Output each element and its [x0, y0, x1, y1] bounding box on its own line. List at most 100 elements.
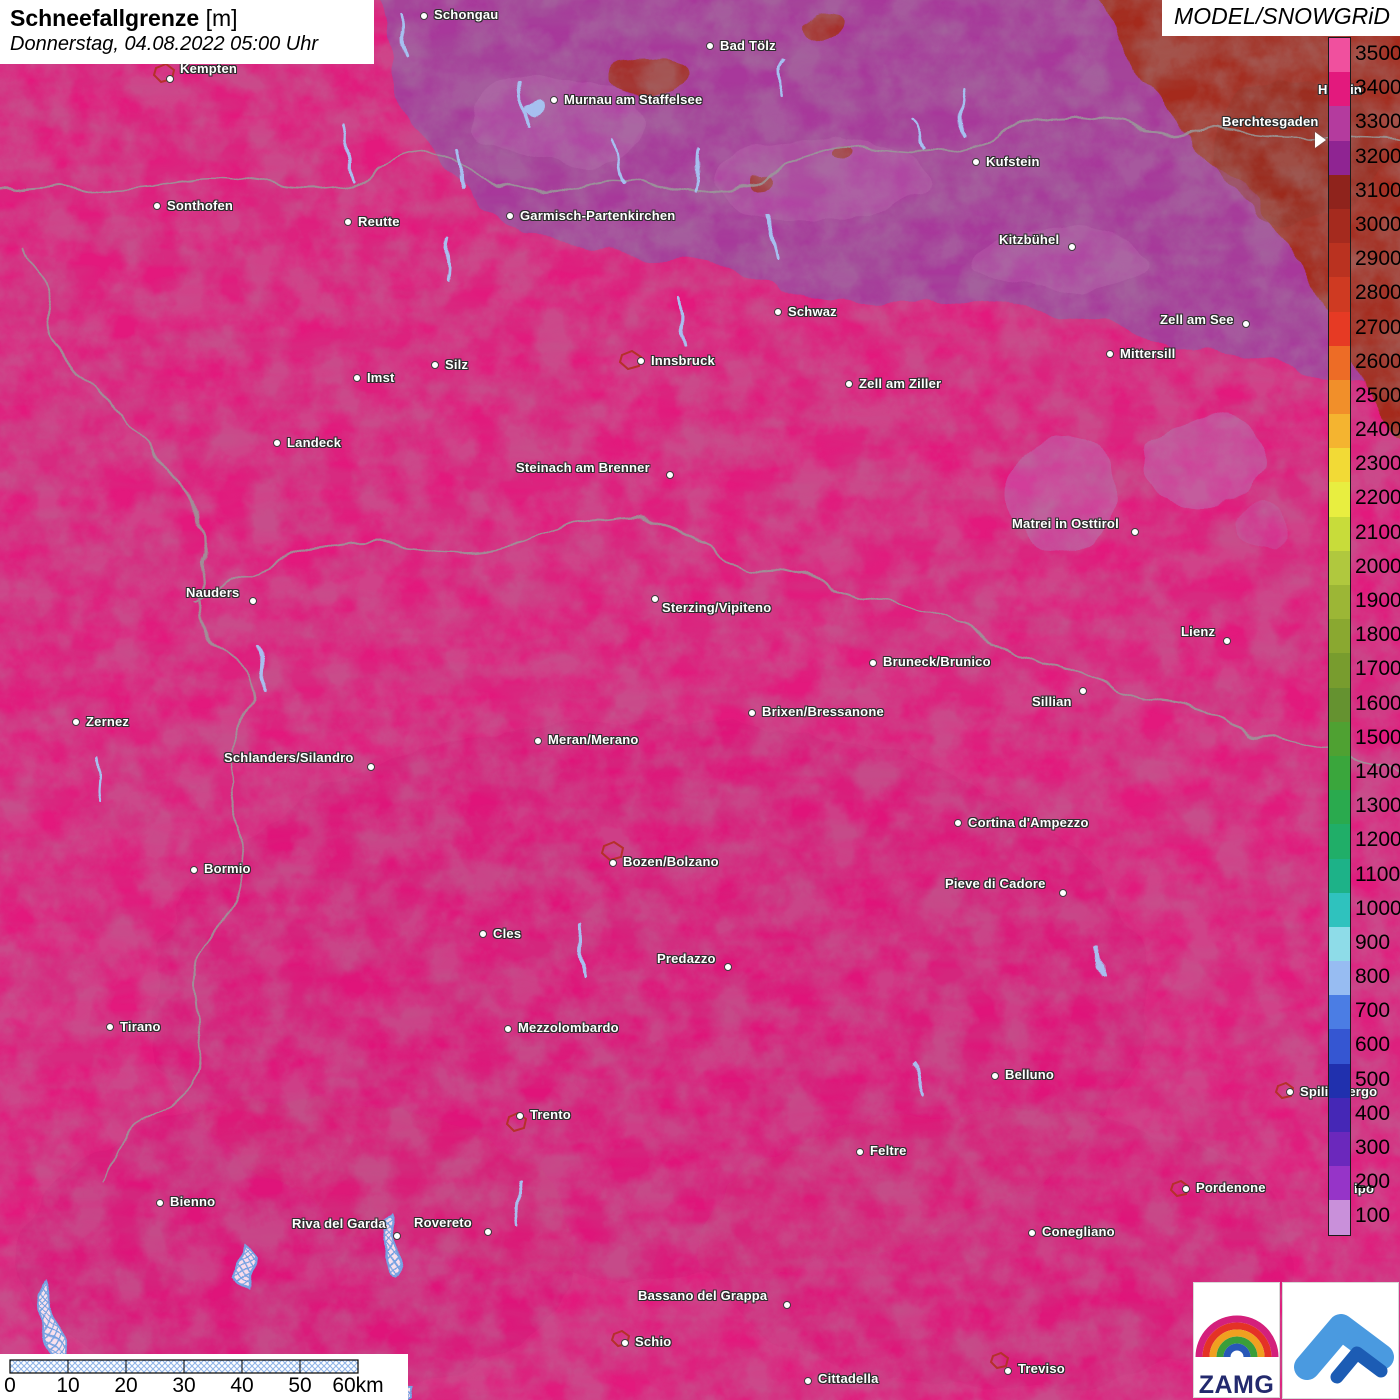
legend-value: 200	[1355, 1170, 1391, 1194]
city-dot	[516, 1112, 524, 1120]
scale-tick: 0	[4, 1374, 16, 1397]
map-title: Schneefallgrenze	[10, 5, 200, 31]
city-dot	[724, 963, 732, 971]
colorbar-legend: 3500 3400 3300 3200 3100 3000 2900 2800 2700 2600…	[1315, 37, 1400, 1236]
zamg-logo-text: ZAMG	[1198, 1371, 1275, 1399]
city-label: Berchtesgaden	[1222, 114, 1319, 129]
city-label: Bozen/Bolzano	[623, 854, 719, 869]
city-label: Sillian	[1032, 694, 1072, 709]
legend-value: 1300	[1355, 794, 1400, 818]
legend-value: 400	[1355, 1101, 1391, 1125]
legend-cell	[1329, 1166, 1350, 1201]
city-label: Kitzbühel	[999, 232, 1060, 247]
city-label: Steinach am Brenner	[516, 460, 650, 475]
city-label: Zernez	[86, 714, 130, 729]
legend-value: 500	[1355, 1067, 1391, 1091]
legend-value: 2300	[1355, 452, 1400, 476]
city-dot	[393, 1232, 401, 1240]
city-label: Sonthofen	[167, 198, 234, 213]
city-dot	[651, 595, 659, 603]
legend-value: 1500	[1355, 725, 1400, 749]
legend-cell	[1329, 1200, 1350, 1235]
city-dot	[1004, 1367, 1012, 1375]
city-label: Garmisch-Partenkirchen	[520, 208, 676, 223]
city-dot	[273, 439, 281, 447]
city-dot	[621, 1339, 629, 1347]
legend-cell	[1329, 379, 1350, 415]
city-dot	[72, 718, 80, 726]
legend-cell	[1329, 174, 1350, 209]
city-label: Predazzo	[657, 951, 716, 966]
city-dot	[420, 12, 428, 20]
legend-cell	[1329, 995, 1350, 1030]
snowgrid-weather-map: Schongau Bad Tölz Kempten Murnau am Staffel…	[0, 0, 1400, 1400]
city-label: Silz	[445, 357, 469, 372]
city-label: Zell am Ziller	[859, 376, 942, 391]
legend-cell	[1329, 38, 1350, 73]
city-dot	[748, 709, 756, 717]
colorbar-cells	[1328, 37, 1351, 1236]
city-label: Murnau am Staffelsee	[564, 92, 703, 107]
city-label: Belluno	[1005, 1067, 1055, 1082]
city-dot	[1079, 687, 1087, 695]
city-dot	[367, 763, 375, 771]
city-dot	[1182, 1185, 1190, 1193]
legend-value: 1200	[1355, 828, 1400, 852]
legend-cell	[1329, 858, 1350, 893]
city-dot	[106, 1023, 114, 1031]
city-label: Sterzing/Vipiteno	[662, 600, 772, 615]
city-dot	[856, 1148, 864, 1156]
city-dot	[1028, 1229, 1036, 1237]
legend-cell	[1329, 687, 1350, 722]
city-dot	[972, 158, 980, 166]
city-dot	[1286, 1088, 1294, 1096]
city-label: Schwaz	[788, 304, 837, 319]
city-dot	[666, 471, 674, 479]
legend-cell	[1329, 482, 1350, 517]
city-dot	[153, 202, 161, 210]
city-label: Bassano del Grappa	[638, 1288, 768, 1303]
city-label: Meran/Merano	[548, 732, 639, 747]
city-dot	[774, 308, 782, 316]
city-dot	[479, 930, 487, 938]
city-dot	[1223, 637, 1231, 645]
city-dot	[431, 361, 439, 369]
city-label: Mittersill	[1120, 346, 1176, 361]
legend-cell	[1329, 448, 1350, 483]
city-dot	[845, 380, 853, 388]
city-label: Riva del Garda	[292, 1216, 386, 1231]
legend-value: 900	[1355, 930, 1391, 954]
map-datetime: Donnerstag, 04.08.2022 05:00 Uhr	[10, 33, 318, 55]
legend-cell	[1329, 140, 1350, 175]
legend-cell	[1329, 311, 1350, 346]
city-dot	[1131, 528, 1139, 536]
city-label: Bruneck/Brunico	[883, 654, 991, 669]
model-label: MODEL/SNOWGRiD	[1162, 0, 1400, 36]
legend-cell	[1329, 208, 1350, 244]
city-dot	[506, 212, 514, 220]
scale-tick: 10	[56, 1374, 80, 1397]
city-dot	[344, 218, 352, 226]
legend-value: 2900	[1355, 247, 1400, 271]
city-label: Kufstein	[986, 154, 1040, 169]
legend-cell	[1329, 892, 1350, 927]
scale-tick: 60km	[332, 1374, 384, 1397]
map-unit: [m]	[205, 5, 238, 31]
colorbar-values: 3500 3400 3300 3200 3100 3000 2900 2800 2700 2600…	[1355, 37, 1400, 1234]
city-dot	[1242, 320, 1250, 328]
city-label: Pordenone	[1196, 1180, 1266, 1195]
city-dot	[637, 357, 645, 365]
legend-cell	[1329, 824, 1350, 859]
city-label: Bienno	[170, 1194, 216, 1209]
legend-value: 2600	[1355, 349, 1400, 373]
legend-cell	[1329, 1132, 1350, 1167]
scale-tick: 50	[288, 1374, 312, 1397]
legend-value: 2700	[1355, 315, 1400, 339]
legend-value: 2000	[1355, 554, 1400, 578]
city-label: Nauders	[186, 585, 240, 600]
legend-cell	[1329, 414, 1350, 449]
city-label: Mezzolombardo	[518, 1020, 619, 1035]
legend-cell	[1329, 72, 1350, 107]
city-dot	[534, 737, 542, 745]
legend-value: 800	[1355, 965, 1391, 989]
